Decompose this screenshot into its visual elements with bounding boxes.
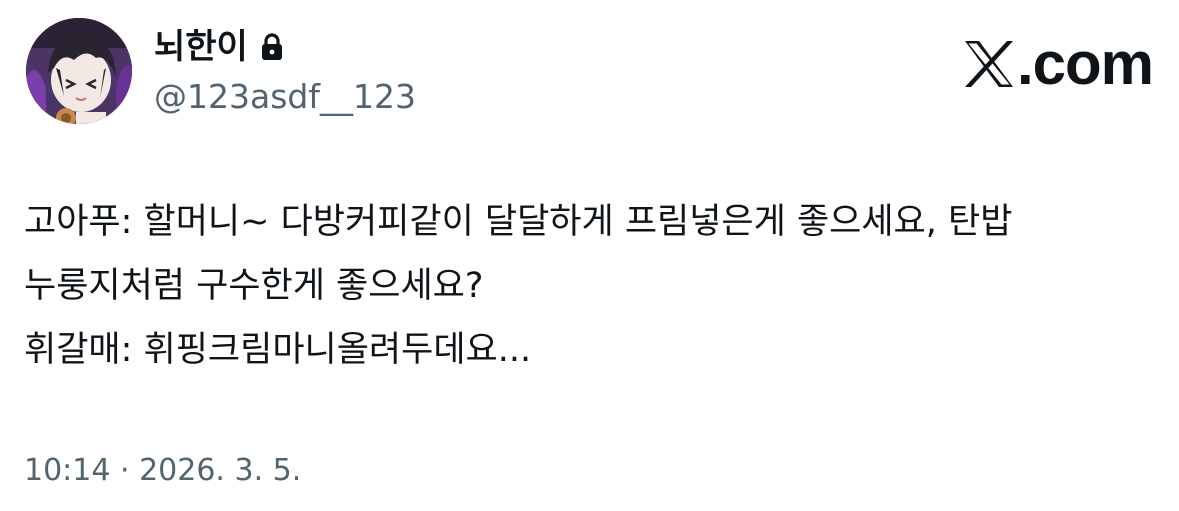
- tweet-line: 누룽지처럼 구수한게 좋으세요?: [24, 266, 484, 306]
- avatar[interactable]: [26, 18, 132, 124]
- x-com-text: .com: [1016, 30, 1154, 97]
- tweet-header: 뇌한이 @123asdf__123 .com: [24, 16, 1155, 126]
- x-com-logo: .com: [963, 30, 1154, 97]
- display-name[interactable]: 뇌한이: [154, 24, 248, 70]
- tweet-line: 휘갈매: 휘핑크림마니올려두데요...: [24, 330, 532, 370]
- x-logo-icon: [963, 39, 1015, 89]
- name-row: 뇌한이: [154, 24, 284, 70]
- tweet-line: 고아푸: 할머니~ 다방커피같이 달달하게 프림넣은게 좋으세요, 탄밥: [24, 202, 1013, 242]
- lock-icon: [260, 32, 284, 62]
- tweet-text: 고아푸: 할머니~ 다방커피같이 달달하게 프림넣은게 좋으세요, 탄밥 누룽지…: [24, 190, 1155, 382]
- tweet-timestamp[interactable]: 10:14 · 2026. 3. 5.: [24, 448, 301, 494]
- user-handle[interactable]: @123asdf__123: [154, 74, 416, 120]
